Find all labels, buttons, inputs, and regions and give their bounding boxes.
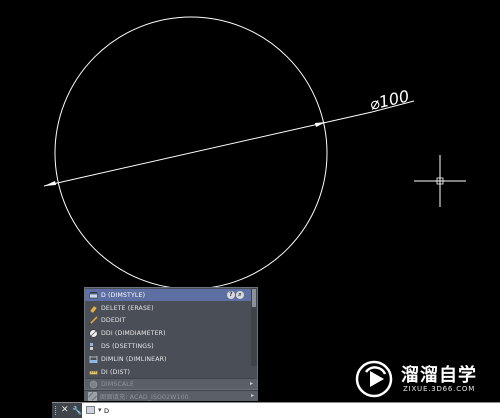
- settings-icon: [90, 342, 97, 350]
- autocomplete-item[interactable]: DDI (DIMDIAMETER): [85, 327, 251, 339]
- system-variable-row[interactable]: DIMSCALE ▸: [85, 378, 257, 389]
- sysvar-icon: [89, 380, 98, 388]
- close-icon[interactable]: ✕: [61, 403, 69, 418]
- command-line-controls: ✕ 🔧: [52, 403, 82, 418]
- measure-icon: [89, 370, 98, 375]
- text-edit-icon: [89, 315, 98, 325]
- expand-arrow-icon[interactable]: ▸: [251, 392, 254, 399]
- drag-handle-icon[interactable]: [55, 406, 58, 415]
- help-icon[interactable]: ?: [227, 291, 235, 299]
- customize-wrench-icon[interactable]: 🔧: [72, 403, 82, 418]
- popup-scrollbar[interactable]: [251, 288, 257, 366]
- command-line: ✕ 🔧 ▾: [52, 402, 500, 418]
- crosshair-cursor: [414, 155, 466, 207]
- autocomplete-item[interactable]: DI (DIST): [85, 366, 251, 378]
- watermark-brand: 溜溜自学: [401, 365, 477, 386]
- autocomplete-item[interactable]: D (DIMSTYLE) ? ⌕: [85, 289, 251, 301]
- diameter-icon: [89, 328, 98, 338]
- expand-arrow-icon[interactable]: ▸: [250, 380, 253, 387]
- hatch-icon: [88, 391, 97, 401]
- eraser-icon: [89, 305, 98, 313]
- recent-commands-icon[interactable]: [86, 406, 95, 414]
- watermark-url: ZIXUE.3D66.COM: [403, 385, 476, 393]
- autocomplete-item[interactable]: DS (DSETTINGS): [85, 340, 251, 352]
- play-logo-icon: [355, 360, 393, 398]
- search-icon[interactable]: ⌕: [236, 291, 244, 299]
- command-autocomplete-popup: D (DIMSTYLE) ? ⌕ DELETE (ERASE) DDEDIT D…: [84, 287, 258, 390]
- preset-row[interactable]: 图面填充: ACAD_ISO02W100 ▸: [84, 390, 258, 401]
- autocomplete-item[interactable]: DIMLIN (DIMLINEAR): [85, 353, 251, 365]
- command-input[interactable]: [104, 405, 224, 416]
- watermark: 溜溜自学 ZIXUE.3D66.COM: [355, 360, 495, 400]
- linear-dim-icon: [89, 355, 98, 363]
- diameter-dimension[interactable]: [43, 100, 415, 187]
- dimension-text: ⌀100: [368, 86, 411, 114]
- autocomplete-item[interactable]: DDEDIT: [85, 314, 251, 326]
- dimstyle-icon: [89, 291, 98, 298]
- dropdown-caret-icon[interactable]: ▾: [98, 403, 102, 418]
- autocomplete-item[interactable]: DELETE (ERASE): [85, 302, 251, 314]
